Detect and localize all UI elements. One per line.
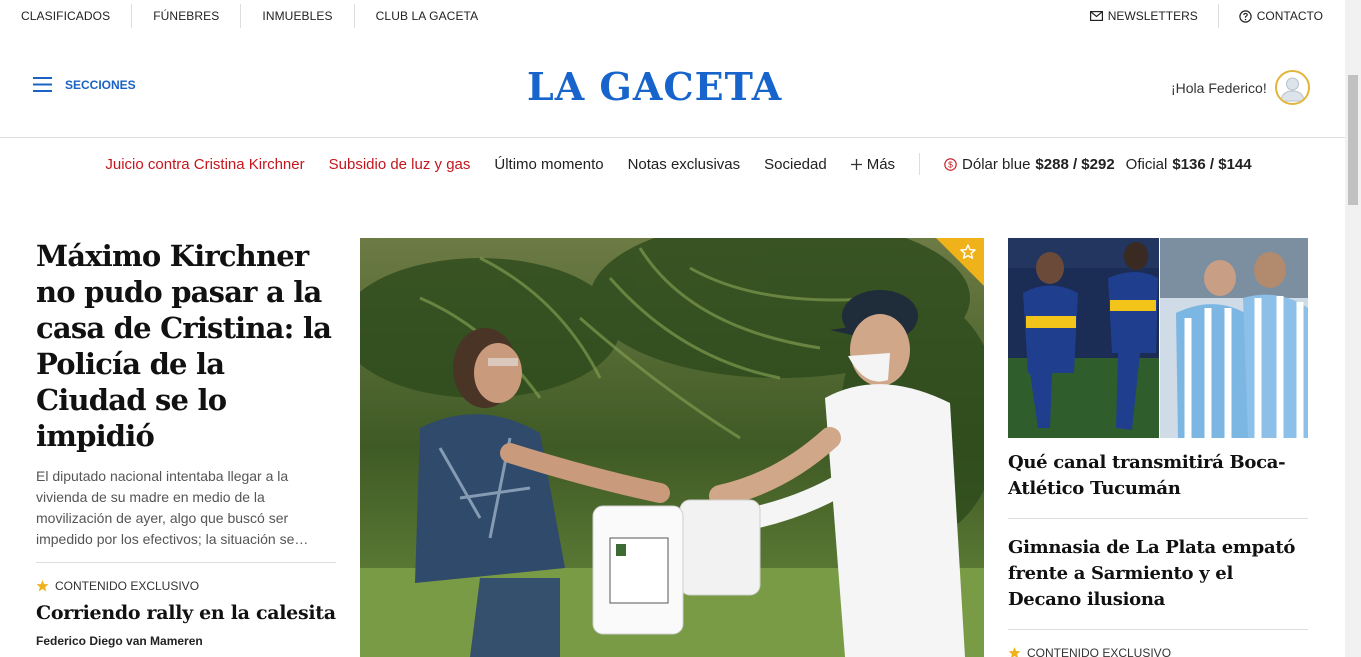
- link-club-la-gaceta[interactable]: CLUB LA GACETA: [355, 4, 500, 28]
- site-header: SECCIONES LA GACETA ¡Hola Federico!: [0, 32, 1345, 138]
- nav-item-ultimo-momento[interactable]: Último momento: [494, 156, 603, 173]
- nav-item-sociedad[interactable]: Sociedad: [764, 156, 827, 173]
- top-utility-bar: CLASIFICADOS FÚNEBRES INMUEBLES CLUB LA …: [0, 0, 1345, 32]
- exclusive-author[interactable]: Federico Diego van Mameren: [36, 634, 336, 648]
- nav-item-mas[interactable]: Más: [850, 155, 896, 173]
- star-icon: [1008, 647, 1021, 657]
- left-column: Máximo Kirchner no pudo pasar a la casa …: [36, 238, 336, 657]
- link-funebres[interactable]: FÚNEBRES: [132, 4, 242, 28]
- oficial-label: Oficial: [1125, 155, 1168, 173]
- exclusive-badge: CONTENIDO EXCLUSIVO: [36, 579, 336, 593]
- utility-links: CLASIFICADOS FÚNEBRES INMUEBLES CLUB LA …: [0, 0, 499, 32]
- secciones-label: SECCIONES: [65, 77, 136, 92]
- exclusive-label: CONTENIDO EXCLUSIVO: [1027, 646, 1172, 657]
- nav-item-subsidio[interactable]: Subsidio de luz y gas: [329, 156, 471, 173]
- sport-photo: [1008, 238, 1308, 438]
- newsletters-label: NEWSLETTERS: [1107, 9, 1198, 23]
- secciones-menu-button[interactable]: SECCIONES: [33, 77, 136, 92]
- user-icon: [1280, 77, 1305, 102]
- nav-item-notas-exclusivas[interactable]: Notas exclusivas: [628, 156, 741, 173]
- link-clasificados[interactable]: CLASIFICADOS: [0, 4, 133, 28]
- scrollbar-thumb[interactable]: [1348, 75, 1358, 205]
- hamburger-icon: [33, 77, 52, 92]
- user-greeting[interactable]: ¡Hola Federico!: [1171, 80, 1267, 96]
- sport-story-image[interactable]: [1008, 238, 1308, 438]
- newsletters-link[interactable]: NEWSLETTERS: [1070, 4, 1219, 28]
- contacto-link[interactable]: CONTACTO: [1219, 4, 1323, 28]
- divider: [1008, 518, 1308, 519]
- right-story-headline[interactable]: Gimnasia de La Plata empató frente a Sar…: [1008, 535, 1308, 613]
- main-summary: El diputado nacional intentaba llegar a …: [36, 468, 309, 547]
- star-outline-icon: [960, 244, 976, 259]
- link-inmuebles[interactable]: INMUEBLES: [241, 4, 355, 28]
- user-avatar[interactable]: [1275, 70, 1310, 105]
- mas-label: Más: [866, 155, 896, 173]
- main-headline[interactable]: Máximo Kirchner no pudo pasar a la casa …: [36, 238, 336, 454]
- exclusive-badge: CONTENIDO EXCLUSIVO: [1008, 646, 1308, 657]
- divider: [1008, 629, 1308, 630]
- contacto-label: CONTACTO: [1256, 9, 1323, 23]
- nav-divider: [919, 153, 921, 175]
- right-column: Qué canal transmitirá Boca-Atlético Tucu…: [1008, 238, 1308, 657]
- oficial-value: $136 / $144: [1172, 155, 1252, 173]
- mail-icon: [1089, 11, 1103, 21]
- dolar-ticker[interactable]: $ Dólar blue $288 / $292 Oficial $136 / …: [944, 156, 1252, 173]
- exclusive-headline[interactable]: Corriendo rally en la calesita: [36, 602, 336, 624]
- utility-right: NEWSLETTERS CONTACTO: [1070, 0, 1323, 32]
- main-story-image[interactable]: [360, 238, 984, 657]
- nav-item-juicio[interactable]: Juicio contra Cristina Kirchner: [105, 156, 304, 173]
- help-circle-icon: [1239, 9, 1252, 23]
- exclusive-label: CONTENIDO EXCLUSIVO: [55, 579, 200, 593]
- main-photo: [360, 238, 984, 657]
- dollar-coin-icon: $: [944, 157, 957, 171]
- star-icon: [36, 580, 49, 592]
- divider: [36, 562, 336, 563]
- topic-nav: Juicio contra Cristina Kirchner Subsidio…: [0, 139, 1345, 189]
- site-logo[interactable]: LA GACETA: [527, 64, 782, 109]
- vertical-scrollbar[interactable]: [1345, 0, 1361, 657]
- svg-text:$: $: [948, 159, 953, 169]
- dolar-blue-label: Dólar blue: [962, 155, 1031, 173]
- right-story-headline[interactable]: Qué canal transmitirá Boca-Atlético Tucu…: [1008, 450, 1308, 502]
- plus-icon: [850, 158, 862, 170]
- dolar-blue-value: $288 / $292: [1035, 155, 1115, 173]
